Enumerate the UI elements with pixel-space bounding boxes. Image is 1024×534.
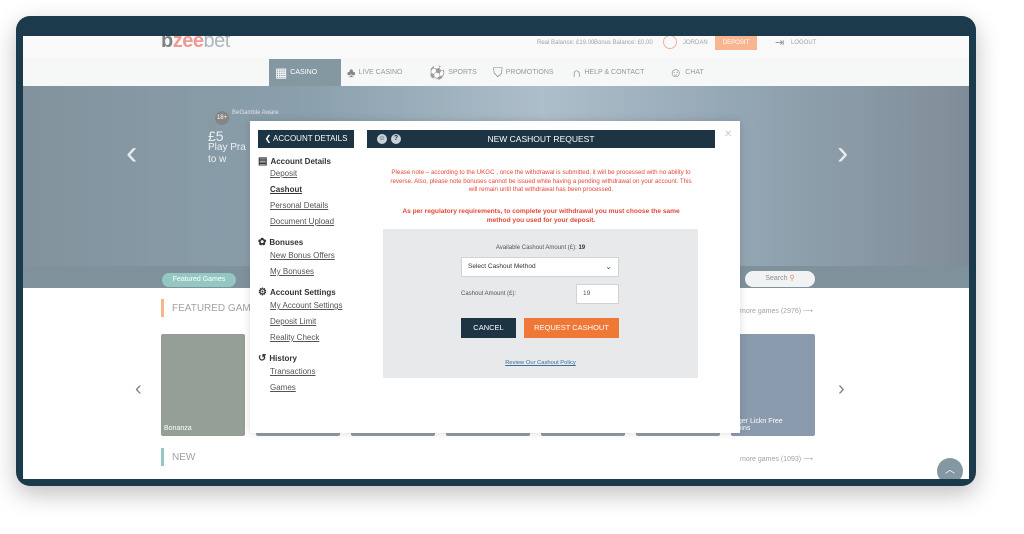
id-card-icon: ▤ (258, 156, 268, 167)
close-icon[interactable]: ✕ (724, 129, 732, 140)
modal-header: ☺ ? NEW CASHOUT REQUEST (367, 130, 715, 148)
menu-link-cashout[interactable]: Cashout (270, 185, 302, 194)
medal-icon: ✿ (258, 237, 267, 248)
menu-head-history: ↺ History (258, 353, 297, 364)
withdrawal-notice: Please note – according to the UKGC , on… (390, 169, 692, 193)
request-cashout-button[interactable]: REQUEST CASHOUT (524, 318, 619, 338)
menu-link-deposit[interactable]: Deposit (270, 169, 297, 178)
modal-title: NEW CASHOUT REQUEST (487, 134, 595, 144)
menu-head-label: Account Settings (269, 288, 336, 297)
menu-head-label: Bonuses (269, 238, 304, 247)
menu-head-label: History (269, 354, 297, 363)
menu-link-games[interactable]: Games (270, 383, 296, 392)
chevron-down-icon: ⌄ (605, 262, 612, 271)
page-viewport: bzeebet Real Balance: £19.00 Bonus Balan… (23, 36, 969, 479)
menu-link-personal-details[interactable]: Personal Details (270, 201, 328, 210)
back-to-account-details-button[interactable]: ❮ ACCOUNT DETAILS (258, 130, 354, 148)
method-select-value: Select Cashout Method (468, 263, 536, 270)
gear-icon: ⚙ (258, 287, 267, 298)
menu-link-reality-check[interactable]: Reality Check (270, 333, 319, 342)
menu-head-account-details: ▤ Account Details (258, 156, 331, 167)
menu-link-deposit-limit[interactable]: Deposit Limit (270, 317, 316, 326)
browser-frame: bzeebet Real Balance: £19.00 Bonus Balan… (16, 16, 976, 486)
cashout-amount-input[interactable]: 19 (576, 284, 619, 304)
available-label: Available Cashout Amount (£): (495, 245, 577, 251)
cashout-policy-link[interactable]: Review Our Cashout Policy (383, 360, 698, 366)
available-value: 19 (578, 245, 586, 251)
cashout-modal: ✕ ❮ ACCOUNT DETAILS ▤ Account Details Dep… (250, 121, 740, 433)
cashout-amount-label: Cashout Amount (£): (461, 291, 517, 297)
menu-head-bonuses: ✿ Bonuses (258, 237, 303, 248)
history-icon: ↺ (258, 353, 267, 364)
available-amount: Available Cashout Amount (£): 19 (383, 245, 698, 251)
menu-link-document-upload[interactable]: Document Upload (270, 217, 334, 226)
cashout-method-select[interactable]: Select Cashout Method ⌄ (461, 257, 619, 277)
back-label: ACCOUNT DETAILS (273, 134, 348, 143)
regulatory-notice: As per regulatory requirements, to compl… (402, 208, 680, 224)
menu-link-new-bonus-offers[interactable]: New Bonus Offers (270, 251, 335, 260)
menu-link-transactions[interactable]: Transactions (270, 367, 316, 376)
menu-link-my-account-settings[interactable]: My Account Settings (270, 301, 342, 310)
menu-link-my-bonuses[interactable]: My Bonuses (270, 267, 314, 276)
menu-head-label: Account Details (270, 157, 331, 166)
cancel-button[interactable]: CANCEL (461, 318, 516, 338)
cashout-form: Available Cashout Amount (£): 19 Select … (383, 229, 698, 378)
chevron-left-icon: ❮ (264, 134, 274, 143)
menu-head-account-settings: ⚙ Account Settings (258, 287, 336, 298)
